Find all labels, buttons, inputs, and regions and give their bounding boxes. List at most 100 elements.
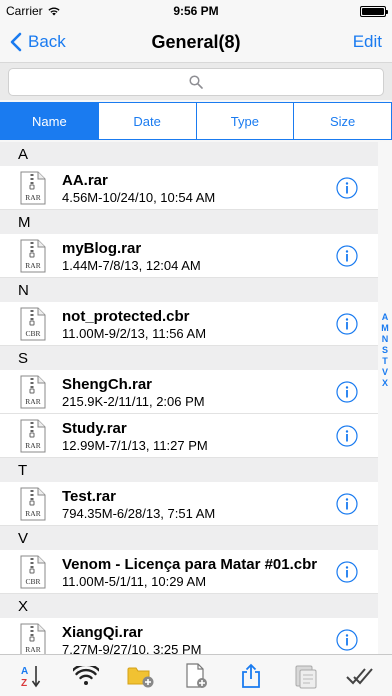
info-icon[interactable]	[336, 561, 358, 583]
sort-tab-size[interactable]: Size	[294, 103, 391, 139]
index-letter-s[interactable]: S	[382, 345, 388, 356]
paste-button[interactable]	[291, 661, 321, 691]
select-all-icon	[346, 667, 374, 684]
file-details: 11.00M-5/1/11, 10:29 AM	[62, 574, 207, 589]
svg-text:RAR: RAR	[25, 261, 40, 270]
chevron-left-icon	[10, 32, 22, 52]
file-row-text: Venom - Licença para Matar #01.cbr 11.00M…	[62, 556, 328, 590]
sort-az-icon: A Z	[21, 665, 41, 689]
file-name: not_protected.cbr	[62, 308, 190, 325]
share-button[interactable]	[236, 661, 266, 691]
share-icon	[241, 663, 260, 688]
section-header-t: T	[0, 458, 378, 482]
index-letter-a[interactable]: A	[382, 312, 389, 323]
rar-file-icon: RAR	[20, 487, 46, 521]
back-button[interactable]: Back	[10, 32, 66, 52]
file-name: Study.rar	[62, 420, 127, 437]
svg-text:CBR: CBR	[25, 329, 40, 338]
new-file-icon	[186, 662, 207, 688]
search-icon	[189, 75, 203, 89]
info-icon[interactable]	[336, 177, 358, 199]
section-index[interactable]: AMNSTVX	[378, 312, 392, 389]
index-letter-v[interactable]: V	[382, 367, 388, 378]
info-icon[interactable]	[336, 493, 358, 515]
file-name: AA.rar	[62, 172, 108, 189]
file-row[interactable]: RAR Study.rar 12.99M-7/1/13, 11:27 PM	[0, 414, 378, 458]
index-letter-t[interactable]: T	[382, 356, 388, 367]
index-letter-x[interactable]: X	[382, 378, 388, 389]
carrier-group: Carrier	[6, 4, 61, 18]
sort-tab-name[interactable]: Name	[1, 103, 99, 139]
svg-text:Z: Z	[21, 678, 27, 689]
add-folder-button[interactable]	[126, 661, 156, 691]
info-icon[interactable]	[336, 381, 358, 403]
back-label: Back	[28, 32, 66, 51]
info-icon[interactable]	[336, 313, 358, 335]
file-row[interactable]: RAR Test.rar 794.35M-6/28/13, 7:51 AM	[0, 482, 378, 526]
file-details: 215.9K-2/11/11, 2:06 PM	[62, 394, 205, 409]
section-header-a: A	[0, 142, 378, 166]
section-header-m: M	[0, 210, 378, 234]
select-all-button[interactable]	[345, 661, 375, 691]
rar-file-icon: RAR	[20, 419, 46, 453]
svg-text:RAR: RAR	[25, 441, 40, 450]
bottom-toolbar: A Z	[0, 654, 392, 696]
file-details: 1.44M-7/8/13, 12:04 AM	[62, 258, 201, 273]
file-row[interactable]: RAR XiangQi.rar 7.27M-9/27/10, 3:25 PM	[0, 618, 378, 654]
search-bar	[0, 62, 392, 100]
wifi-icon	[73, 665, 100, 685]
section-header-x: X	[0, 594, 378, 618]
file-row[interactable]: RAR myBlog.rar 1.44M-7/8/13, 12:04 AM	[0, 234, 378, 278]
file-row[interactable]: CBR Venom - Licença para Matar #01.cbr 11.…	[0, 550, 378, 594]
svg-text:RAR: RAR	[25, 193, 40, 202]
svg-text:RAR: RAR	[25, 509, 40, 518]
section-header-n: N	[0, 278, 378, 302]
index-letter-m[interactable]: M	[381, 323, 389, 334]
file-details: 7.27M-9/27/10, 3:25 PM	[62, 642, 202, 654]
file-name: myBlog.rar	[62, 240, 142, 257]
info-icon[interactable]	[336, 425, 358, 447]
wifi-signal-icon	[48, 7, 60, 16]
file-row-text: myBlog.rar 1.44M-7/8/13, 12:04 AM	[62, 240, 328, 274]
wifi-transfer-button[interactable]	[71, 661, 101, 691]
file-row-text: ShengCh.rar 215.9K-2/11/11, 2:06 PM	[62, 376, 328, 410]
file-details: 794.35M-6/28/13, 7:51 AM	[62, 506, 216, 521]
svg-text:RAR: RAR	[25, 645, 40, 654]
file-row-text: AA.rar 4.56M-10/24/10, 10:54 AM	[62, 172, 328, 206]
svg-text:CBR: CBR	[25, 577, 40, 586]
section-header-v: V	[0, 526, 378, 550]
sort-tab-type[interactable]: Type	[197, 103, 295, 139]
sort-tab-date[interactable]: Date	[99, 103, 197, 139]
file-row-text: Study.rar 12.99M-7/1/13, 11:27 PM	[62, 420, 328, 454]
cbr-file-icon: CBR	[20, 307, 46, 341]
file-row[interactable]: CBR not_protected.cbr 11.00M-9/2/13, 11:56…	[0, 302, 378, 346]
rar-file-icon: RAR	[20, 171, 46, 205]
sort-segmented-control: Name Date Type Size	[0, 102, 392, 140]
edit-button[interactable]: Edit	[353, 32, 382, 52]
new-file-button[interactable]	[181, 661, 211, 691]
file-row-text: Test.rar 794.35M-6/28/13, 7:51 AM	[62, 488, 328, 522]
svg-text:RAR: RAR	[25, 397, 40, 406]
file-name: Venom - Licença para Matar #01.cbr	[62, 556, 318, 573]
info-icon[interactable]	[336, 245, 358, 267]
file-row[interactable]: RAR AA.rar 4.56M-10/24/10, 10:54 AM	[0, 166, 378, 210]
info-icon[interactable]	[336, 629, 358, 651]
search-input[interactable]	[8, 68, 384, 96]
status-bar: Carrier 9:56 PM	[0, 0, 392, 22]
paste-icon	[295, 665, 317, 688]
file-row-text: XiangQi.rar 7.27M-9/27/10, 3:25 PM	[62, 624, 328, 654]
carrier-label: Carrier	[6, 4, 43, 18]
rar-file-icon: RAR	[20, 375, 46, 409]
file-name: Test.rar	[62, 488, 116, 505]
file-details: 11.00M-9/2/13, 11:56 AM	[62, 326, 207, 341]
file-name: XiangQi.rar	[62, 624, 143, 641]
add-folder-icon	[127, 667, 154, 687]
navigation-bar: Back General(8) Edit	[0, 22, 392, 62]
rar-file-icon: RAR	[20, 623, 46, 654]
file-row[interactable]: RAR ShengCh.rar 215.9K-2/11/11, 2:06 PM	[0, 370, 378, 414]
rar-file-icon: RAR	[20, 239, 46, 273]
file-list: A RAR AA.rar 4.56M-10/24/10, 10:54 AM M RAR my…	[0, 142, 378, 654]
file-name: ShengCh.rar	[62, 376, 153, 393]
sort-az-button[interactable]: A Z	[16, 661, 46, 691]
index-letter-n[interactable]: N	[382, 334, 389, 345]
